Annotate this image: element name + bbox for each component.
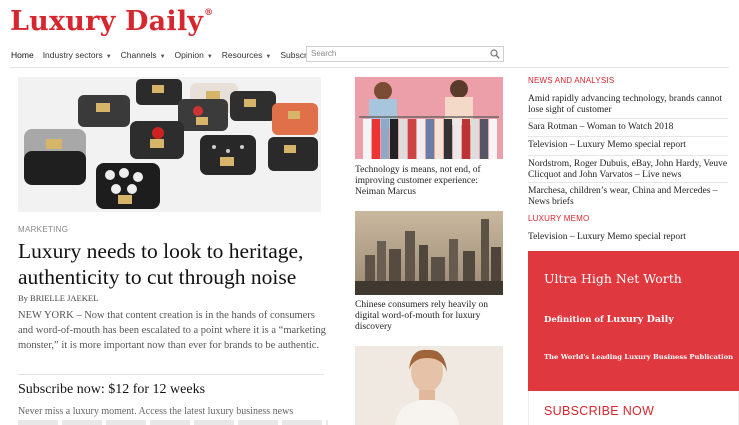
memo-item[interactable]: Television – Luxury Memo special report — [528, 232, 733, 243]
news-item[interactable]: Marchesa, children’s wear, China and Mer… — [528, 186, 733, 208]
nav-item-opinion[interactable]: Opinion ▼ — [175, 50, 213, 60]
site-logo[interactable]: Luxury Daily® — [10, 6, 213, 37]
subscribe-description: Never miss a luxury moment. Access the l… — [18, 406, 294, 417]
lead-story-image[interactable] — [18, 77, 321, 212]
search-input[interactable]: Search — [306, 46, 504, 62]
nav-item-home[interactable]: Home — [11, 50, 34, 60]
chevron-down-icon: ▼ — [206, 54, 213, 60]
clothing-rack-illustration — [355, 77, 503, 159]
nav-divider — [10, 67, 729, 68]
subscribe-offer[interactable]: Subscribe now: $12 for 12 weeks — [18, 382, 205, 398]
lead-headline[interactable]: Luxury needs to look to heritage, authen… — [18, 238, 333, 290]
news-divider — [528, 182, 728, 183]
nav-label: Opinion — [174, 50, 204, 60]
news-item[interactable]: Television – Luxury Memo special report — [528, 140, 733, 151]
story-thumbnail-china[interactable] — [355, 211, 503, 295]
news-section-label[interactable]: NEWS AND ANALYSIS — [528, 76, 614, 85]
story-caption-china[interactable]: Chinese consumers rely heavily on digita… — [355, 300, 505, 333]
story-thumbnail-portrait[interactable] — [355, 346, 503, 425]
search-placeholder: Search — [311, 49, 337, 58]
lead-teaser: NEW YORK – Now that content creation is … — [18, 310, 326, 351]
nav-item-resources[interactable]: Resources ▼ — [222, 50, 272, 60]
nav-label: Industry sectors — [42, 50, 103, 60]
ad-definition-brand: Luxury Daily — [606, 314, 674, 325]
chevron-down-icon: ▼ — [159, 54, 166, 60]
ad-definition: Definition of Luxury Daily — [544, 314, 674, 325]
memo-section-label[interactable]: LUXURY MEMO — [528, 214, 589, 223]
news-item[interactable]: Nordstrom, Roger Dubuis, eBay, John Hard… — [528, 159, 733, 181]
ad-definition-prefix: Definition of — [544, 315, 607, 325]
subscription-ad[interactable]: Ultra High Net Worth Definition of Luxur… — [528, 251, 739, 391]
subscribe-now-button[interactable]: SUBSCRIBE NOW — [544, 404, 654, 418]
nav-label: Resources — [221, 50, 263, 60]
search-icon[interactable] — [490, 49, 500, 59]
subscribe-divider — [18, 374, 324, 375]
news-item[interactable]: Amid rapidly advancing technology, brand… — [528, 94, 733, 116]
news-divider — [528, 136, 728, 137]
chevron-down-icon: ▼ — [105, 54, 112, 60]
story-thumbnail-neiman[interactable] — [355, 77, 503, 159]
news-item[interactable]: Sara Rotman – Woman to Watch 2018 — [528, 122, 733, 133]
news-divider — [528, 118, 728, 119]
news-divider — [528, 155, 728, 156]
lead-kicker[interactable]: MARKETING — [18, 225, 68, 234]
chevron-down-icon: ▼ — [265, 54, 272, 60]
registered-mark: ® — [204, 8, 214, 18]
ad-tagline: The World's Leading Luxury Business Publ… — [544, 353, 734, 361]
handbags-illustration — [18, 77, 321, 212]
nav-label: Channels — [120, 50, 157, 60]
truncated-text — [18, 420, 328, 425]
portrait-illustration — [355, 346, 503, 425]
city-skyline-illustration — [355, 211, 503, 295]
main-nav: Home Industry sectors ▼ Channels ▼ Opinion… — [11, 47, 327, 63]
story-caption-neiman[interactable]: Technology is means, not end, of improvi… — [355, 165, 505, 198]
nav-item-industry-sectors[interactable]: Industry sectors ▼ — [43, 50, 112, 60]
lead-byline: By BRIELLE JAEKEL — [18, 293, 99, 303]
logo-text: Luxury Daily — [10, 6, 204, 37]
nav-item-channels[interactable]: Channels ▼ — [121, 50, 166, 60]
ad-title: Ultra High Net Worth — [544, 271, 682, 286]
